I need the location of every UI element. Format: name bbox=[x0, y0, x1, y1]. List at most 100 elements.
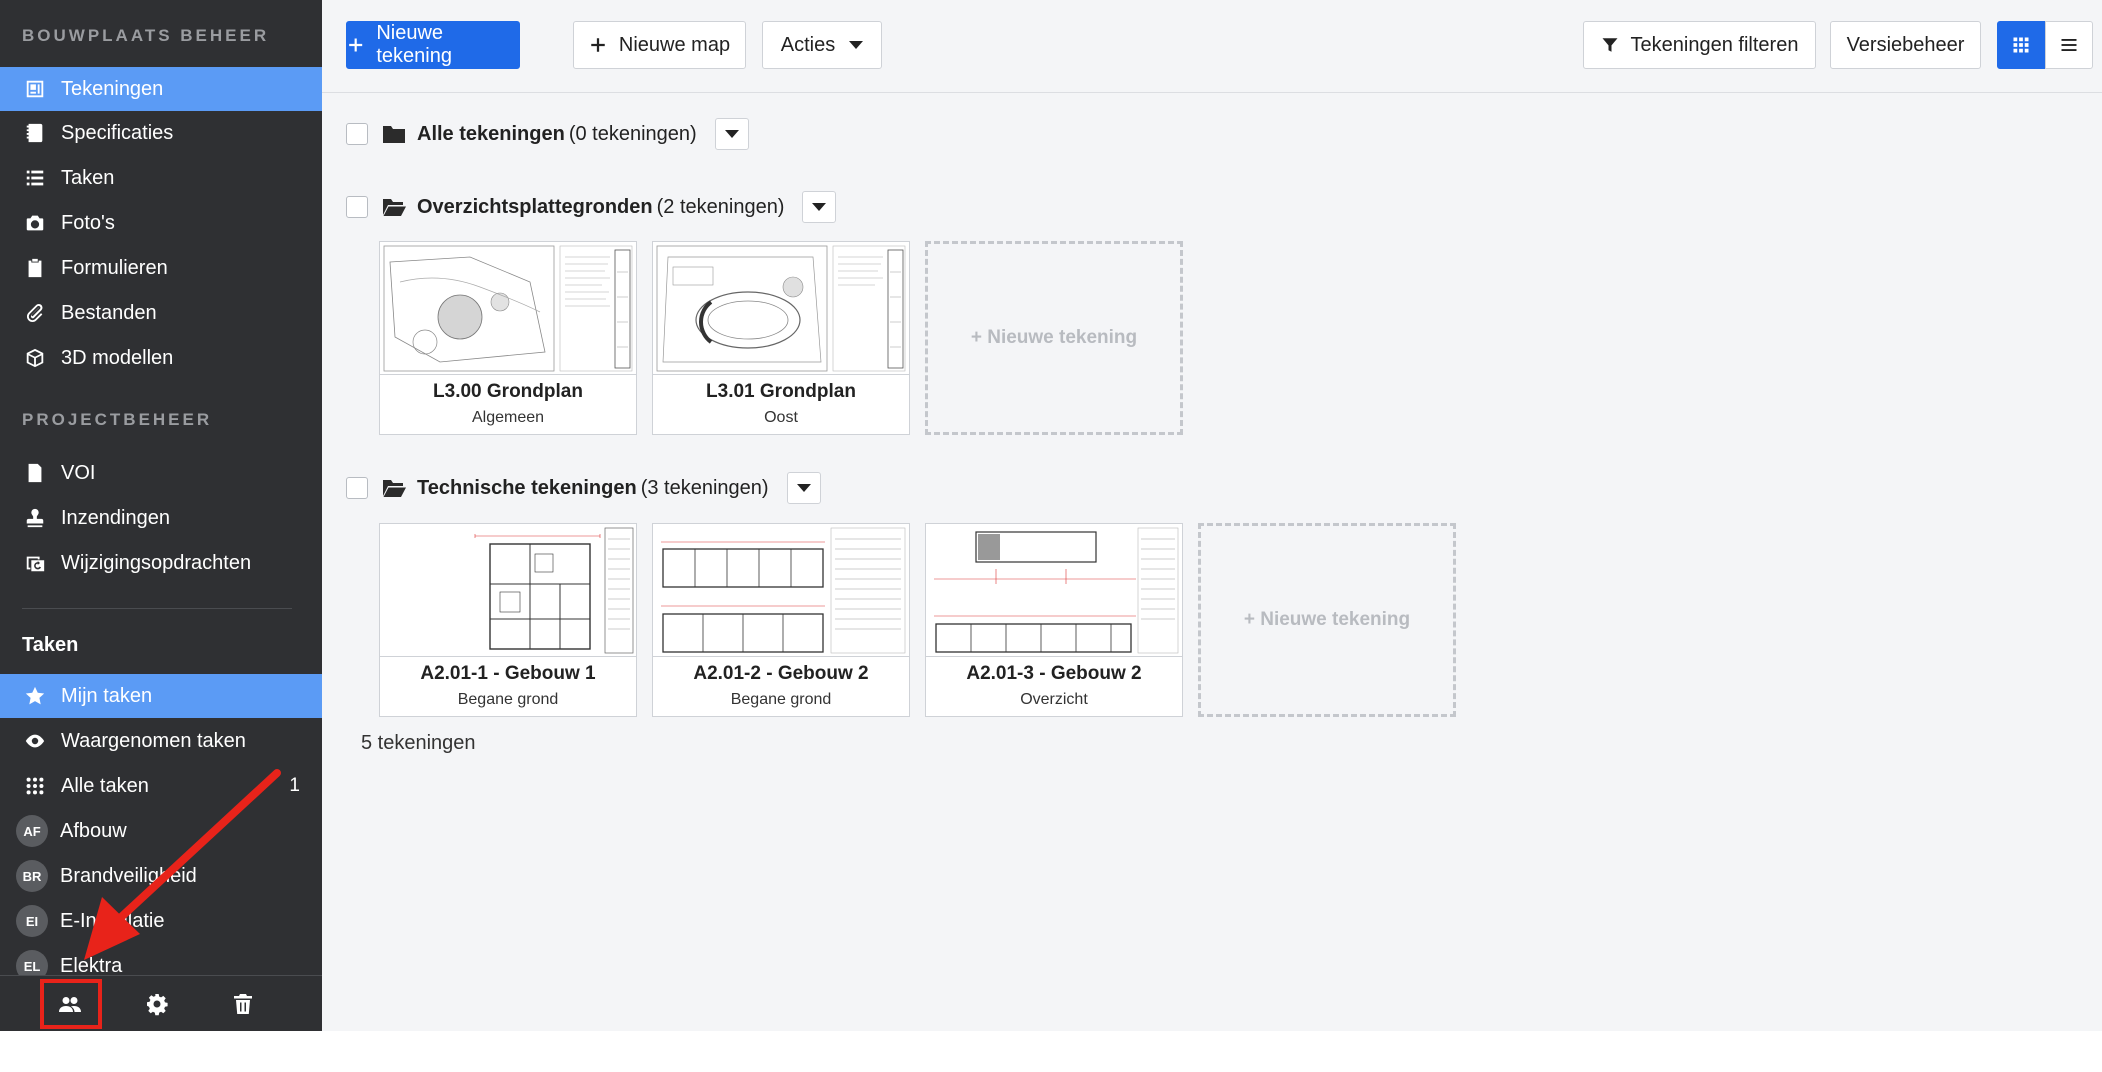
sidebar-item-3d-modellen[interactable]: 3D modellen bbox=[0, 336, 322, 380]
trash-button[interactable] bbox=[223, 984, 263, 1024]
sidebar-item-alle-taken[interactable]: Alle taken 1 bbox=[0, 764, 322, 808]
sidebar-item-inzendingen[interactable]: Inzendingen bbox=[0, 496, 322, 540]
folder-row-overzichtsplattegronden: Overzichtsplattegronden (2 tekeningen) bbox=[346, 190, 837, 224]
sidebar-item-tekeningen[interactable]: Tekeningen bbox=[0, 67, 322, 111]
list-view-toggle[interactable] bbox=[2045, 21, 2093, 69]
section-label-projectbeheer: PROJECTBEHEER bbox=[22, 410, 213, 429]
drawing-title: L3.01 Grondplan bbox=[706, 381, 856, 402]
stamp-icon bbox=[20, 507, 50, 529]
folder-count: (3 tekeningen) bbox=[640, 476, 769, 499]
sidebar-item-mijn-taken[interactable]: Mijn taken bbox=[0, 674, 322, 718]
sidebar-item-label: Waargenomen taken bbox=[61, 729, 246, 752]
sidebar-item-label: Foto's bbox=[61, 211, 115, 234]
eye-icon bbox=[20, 730, 50, 752]
drawing-card[interactable]: L3.01 Grondplan Oost bbox=[652, 241, 910, 435]
plus-icon bbox=[349, 38, 363, 52]
sidebar-item-label: Tekeningen bbox=[61, 77, 164, 100]
drawing-title: L3.00 Grondplan bbox=[433, 381, 583, 402]
sidebar-item-label: 3D modellen bbox=[61, 346, 174, 369]
sidebar-item-label: Specificaties bbox=[61, 121, 174, 144]
toolbar: Nieuwe tekening Nieuwe map Acties Tekeni… bbox=[322, 0, 2102, 93]
new-drawing-label: Nieuwe tekening bbox=[376, 22, 452, 67]
filter-drawings-button[interactable]: Tekeningen filteren bbox=[1583, 21, 1816, 69]
chevron-down-icon bbox=[812, 203, 827, 211]
folder-checkbox[interactable] bbox=[346, 123, 368, 145]
task-count-badge: 1 bbox=[289, 775, 300, 796]
sidebar-item-label: Brandveiligheid bbox=[60, 864, 197, 887]
drawing-title: A2.01-3 - Gebouw 2 bbox=[966, 663, 1142, 684]
avatar: EI bbox=[16, 905, 48, 937]
sidebar-item-label: Bestanden bbox=[61, 301, 157, 324]
taken-heading: Taken bbox=[22, 634, 79, 656]
sidebar-divider bbox=[22, 608, 292, 609]
cube-icon bbox=[20, 347, 50, 369]
actions-label: Acties bbox=[780, 33, 836, 56]
sidebar-item-formulieren[interactable]: Formulieren bbox=[0, 246, 322, 290]
sidebar-item-waargenomen-taken[interactable]: Waargenomen taken bbox=[0, 719, 322, 763]
list-view-icon bbox=[2061, 39, 2077, 51]
filter-icon bbox=[1602, 38, 1618, 52]
sidebar-group-afbouw[interactable]: AF Afbouw bbox=[0, 809, 322, 853]
app-window: BOUWPLAATS BEHEER Tekeningen Specificati… bbox=[0, 0, 2102, 1031]
sidebar-item-label: VOI bbox=[61, 461, 96, 484]
drawing-card[interactable]: A2.01-2 - Gebouw 2 Begane grond bbox=[652, 523, 910, 717]
versions-label: Versiebeheer bbox=[1846, 33, 1965, 56]
sidebar-item-voi[interactable]: VOI bbox=[0, 451, 322, 495]
actions-dropdown[interactable]: Acties bbox=[762, 21, 882, 69]
sidebar-item-taken[interactable]: Taken bbox=[0, 156, 322, 200]
specs-book-icon bbox=[20, 122, 50, 144]
new-drawing-card[interactable]: + Nieuwe tekening bbox=[925, 241, 1183, 435]
drawing-subtitle: Overzicht bbox=[1020, 691, 1088, 708]
sidebar-item-label: Taken bbox=[61, 166, 115, 189]
list-icon bbox=[20, 167, 50, 189]
folder-options-dropdown[interactable] bbox=[714, 118, 749, 150]
folder-checkbox[interactable] bbox=[346, 477, 368, 499]
new-drawing-card[interactable]: + Nieuwe tekening bbox=[1198, 523, 1456, 717]
grid-dots-icon bbox=[20, 775, 50, 797]
new-folder-label: Nieuwe map bbox=[618, 33, 731, 56]
new-drawing-button[interactable]: Nieuwe tekening bbox=[346, 21, 520, 69]
drawing-card[interactable]: A2.01-1 - Gebouw 1 Begane grond bbox=[379, 523, 637, 717]
settings-button[interactable] bbox=[137, 984, 177, 1024]
trash-icon bbox=[234, 994, 252, 1014]
drawings-icon bbox=[20, 78, 50, 100]
star-icon bbox=[20, 685, 50, 707]
drawing-thumbnail-site-plan bbox=[653, 242, 909, 375]
folder-options-dropdown[interactable] bbox=[786, 472, 821, 504]
folder-closed-icon bbox=[382, 124, 406, 144]
new-folder-button[interactable]: Nieuwe map bbox=[573, 21, 746, 69]
chevron-down-icon bbox=[849, 41, 864, 49]
sidebar-item-wijzigingsopdrachten[interactable]: Wijzigingsopdrachten bbox=[0, 541, 322, 585]
sidebar-item-label: Alle taken bbox=[61, 774, 149, 797]
paperclip-icon bbox=[20, 302, 50, 324]
folder-count: (2 tekeningen) bbox=[656, 195, 785, 218]
sidebar-group-e-installatie[interactable]: EI E-Installatie bbox=[0, 899, 322, 943]
drawings-total-count: 5 tekeningen bbox=[361, 732, 476, 754]
folder-checkbox[interactable] bbox=[346, 196, 368, 218]
drawing-thumbnail-elevation bbox=[926, 524, 1182, 657]
sidebar-item-label: Wijzigingsopdrachten bbox=[61, 551, 252, 574]
sidebar-group-brandveiligheid[interactable]: BR Brandveiligheid bbox=[0, 854, 322, 898]
folder-name: Technische tekeningen bbox=[417, 476, 637, 499]
drawing-title: A2.01-1 - Gebouw 1 bbox=[420, 663, 596, 684]
folder-options-dropdown[interactable] bbox=[802, 191, 837, 223]
sidebar-item-specificaties[interactable]: Specificaties bbox=[0, 111, 322, 155]
drawing-thumbnail-site-plan bbox=[380, 242, 636, 375]
annotation-highlight-box bbox=[40, 979, 102, 1029]
drawing-subtitle: Begane grond bbox=[730, 691, 832, 708]
version-management-button[interactable]: Versiebeheer bbox=[1830, 21, 1981, 69]
drawing-thumbnail-floor-plan bbox=[380, 524, 636, 657]
sidebar-item-label: E-Installatie bbox=[60, 909, 165, 932]
drawing-card[interactable]: L3.00 Grondplan Algemeen bbox=[379, 241, 637, 435]
change-order-icon bbox=[20, 552, 50, 574]
drawing-subtitle: Begane grond bbox=[457, 691, 559, 708]
sidebar-item-bestanden[interactable]: Bestanden bbox=[0, 291, 322, 335]
drawing-card[interactable]: A2.01-3 - Gebouw 2 Overzicht bbox=[925, 523, 1183, 717]
grid-view-toggle[interactable] bbox=[1997, 21, 2045, 69]
drawing-title: A2.01-2 - Gebouw 2 bbox=[693, 663, 869, 684]
sidebar-item-fotos[interactable]: Foto's bbox=[0, 201, 322, 245]
sidebar-item-label: Inzendingen bbox=[61, 506, 170, 529]
plus-icon bbox=[591, 38, 605, 52]
chevron-down-icon bbox=[724, 130, 739, 138]
folder-name: Alle tekeningen bbox=[417, 122, 565, 145]
